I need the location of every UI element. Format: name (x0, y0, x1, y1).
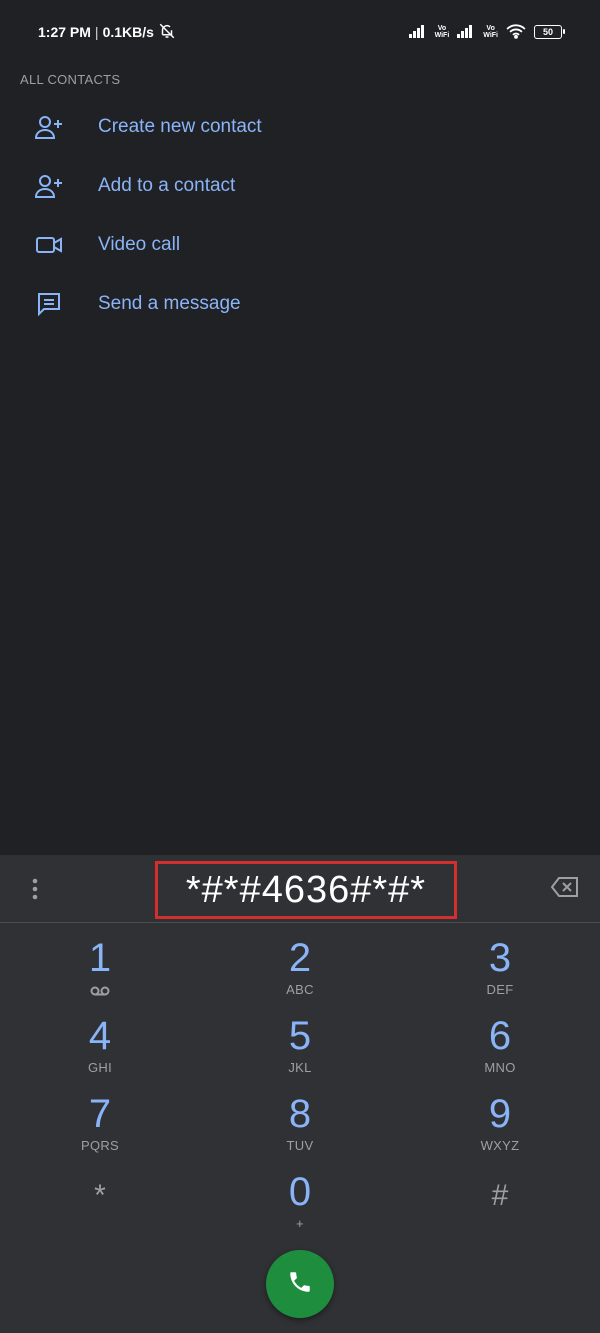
dialpad-panel: *#*#4636#*#* 1 2 ABC 3 DEF 4 GHI 5 JKL 6… (0, 855, 600, 1333)
backspace-icon[interactable] (550, 875, 580, 901)
action-label: Add to a contact (98, 174, 236, 196)
more-options-icon[interactable] (24, 875, 46, 903)
key-digit: 0 (288, 1170, 312, 1214)
section-header-all-contacts: ALL CONTACTS (20, 72, 121, 87)
key-3[interactable]: 3 DEF (400, 935, 600, 1013)
key-letters: WXYZ (480, 1138, 520, 1153)
action-video-call[interactable]: Video call (0, 215, 600, 274)
action-create-new-contact[interactable]: Create new contact (0, 97, 600, 156)
key-9[interactable]: 9 WXYZ (400, 1091, 600, 1169)
wifi-icon (506, 23, 526, 42)
person-add-icon (34, 171, 64, 201)
key-symbol: # (491, 1179, 509, 1212)
signal-icon (408, 24, 427, 41)
key-letters: TUV (286, 1138, 314, 1153)
key-letters: DEF (486, 982, 514, 997)
key-5[interactable]: 5 JKL (200, 1013, 400, 1091)
key-symbol: * (94, 1179, 106, 1212)
key-star[interactable]: * (0, 1169, 200, 1247)
mute-notifications-icon (158, 22, 176, 43)
keypad-row: 1 2 ABC 3 DEF (0, 935, 600, 1013)
key-digit: 5 (288, 1014, 312, 1058)
message-icon (34, 289, 64, 319)
key-hash[interactable]: # (400, 1169, 600, 1247)
key-digit: 6 (488, 1014, 512, 1058)
key-letters: PQRS (80, 1138, 120, 1153)
phone-icon (287, 1269, 313, 1300)
key-letters: + (296, 1216, 304, 1231)
status-left: 1:27 PM | 0.1KB/s (38, 22, 176, 43)
keypad-row: 4 GHI 5 JKL 6 MNO (0, 1013, 600, 1091)
key-0[interactable]: 0 + (200, 1169, 400, 1247)
key-4[interactable]: 4 GHI (0, 1013, 200, 1091)
key-digit: 7 (88, 1092, 112, 1136)
contact-actions-list: Create new contact Add to a contact Vide… (0, 97, 600, 333)
dialer-screen: 1:27 PM | 0.1KB/s Vo WiFi Vo WiFi 50 ALL… (0, 0, 600, 1333)
key-digit: 2 (288, 936, 312, 980)
status-right: Vo WiFi Vo WiFi 50 (408, 23, 565, 42)
action-label: Video call (98, 233, 181, 255)
key-letters: MNO (484, 1060, 516, 1075)
status-time: 1:27 PM (38, 24, 91, 40)
person-add-icon (34, 112, 64, 142)
key-digit: 1 (88, 936, 112, 980)
signal-icon-2 (457, 24, 475, 41)
keypad-row: 7 PQRS 8 TUV 9 WXYZ (0, 1091, 600, 1169)
keypad-row: * 0 + # (0, 1169, 600, 1247)
action-label: Create new contact (98, 115, 262, 137)
key-2[interactable]: 2 ABC (200, 935, 400, 1013)
key-letters: ABC (286, 982, 314, 997)
vowifi-label-2: Vo WiFi (483, 25, 498, 39)
key-7[interactable]: 7 PQRS (0, 1091, 200, 1169)
action-send-message[interactable]: Send a message (0, 274, 600, 333)
dialed-number-highlight: *#*#4636#*#* (155, 861, 457, 919)
key-1[interactable]: 1 (0, 935, 200, 1013)
network-speed: 0.1KB/s (102, 24, 154, 40)
key-6[interactable]: 6 MNO (400, 1013, 600, 1091)
video-call-icon (34, 230, 64, 260)
key-letters: GHI (87, 1060, 112, 1075)
dialed-number-field[interactable]: *#*#4636#*#* (186, 869, 426, 912)
keypad: 1 2 ABC 3 DEF 4 GHI 5 JKL 6 MNO 7 PQRS 8… (0, 935, 600, 1247)
key-digit: 9 (488, 1092, 512, 1136)
status-bar: 1:27 PM | 0.1KB/s Vo WiFi Vo WiFi 50 (0, 0, 600, 64)
action-add-to-contact[interactable]: Add to a contact (0, 156, 600, 215)
key-8[interactable]: 8 TUV (200, 1091, 400, 1169)
call-button[interactable] (266, 1250, 334, 1318)
key-letters: JKL (288, 1060, 312, 1075)
battery-indicator: 50 (534, 25, 565, 39)
vowifi-label-1: Vo WiFi (434, 25, 450, 39)
key-digit: 3 (488, 936, 512, 980)
key-digit: 4 (88, 1014, 112, 1058)
action-label: Send a message (98, 292, 241, 314)
digits-bar: *#*#4636#*#* (0, 855, 600, 923)
key-digit: 8 (288, 1092, 312, 1136)
status-separator: | (94, 24, 99, 40)
voicemail-icon (90, 983, 110, 1001)
